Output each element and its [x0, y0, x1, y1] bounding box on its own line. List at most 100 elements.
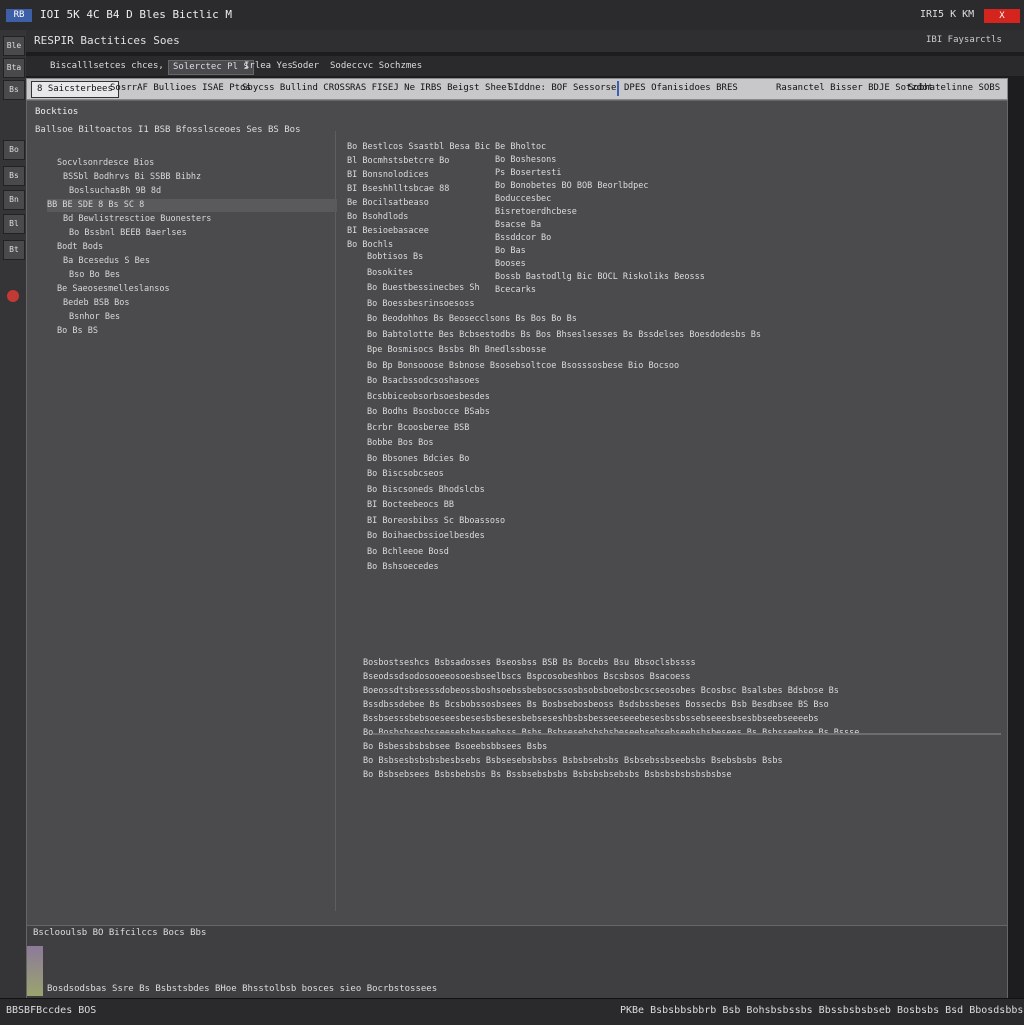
list-item[interactable]: Bo Boshesons — [495, 154, 556, 167]
app-logo: RB — [6, 9, 32, 22]
splitter[interactable] — [335, 131, 336, 911]
bottom-panel: Bsclooulsb BO Bifcilccs Bocs Bbs Bosdsod… — [26, 925, 1008, 999]
list-item[interactable]: BI Besioebasacee — [347, 225, 429, 238]
tool-button-3[interactable]: Bs — [3, 80, 25, 100]
code-line[interactable]: Bcsbbiceobsorbsoesbesdes — [367, 391, 490, 404]
tree-item[interactable]: BSSbl Bodhrvs Bi SSBB Bibhz — [63, 171, 201, 184]
output-line[interactable]: Bssdbssdebee Bs Bcsbobssosbsees Bs Bosbs… — [363, 699, 829, 712]
code-line[interactable]: Bo Bsacbssodcsoshasoes — [367, 375, 480, 388]
output-line[interactable]: Bo Bsbsesbsbsbsbesbsebs Bsbsesebsbsbss B… — [363, 755, 783, 768]
list-item[interactable]: Booses — [495, 258, 526, 271]
tab-5[interactable]: IRBS Beigst Sheel — [415, 81, 517, 96]
list-item[interactable]: BI Bonsnolodices — [347, 169, 429, 182]
tab-6[interactable]: SIddne: BOF Sessorse — [503, 81, 621, 96]
tool-button-6[interactable]: Bn — [3, 190, 25, 210]
status-bar: BBSBFBccdes BOS PKBe Bsbsbbsbbrb Bsb Boh… — [0, 998, 1024, 1025]
document-header: RESPIR Bactitices Soes IBI Faysarctls — [26, 30, 1024, 52]
titlebar-status: IRI5 K KM — [920, 9, 975, 20]
code-line[interactable]: Bo Boihaecbssioelbesdes — [367, 530, 485, 543]
code-line[interactable]: Bobtisos Bs — [367, 251, 423, 264]
tool-button-5[interactable]: Bs — [3, 166, 25, 186]
main-panel: Bocktios Ballsoe Biltoactos I1 BSB Bfoss… — [26, 100, 1008, 927]
tab-7[interactable]: DPES Ofanisidoes BRES — [617, 81, 743, 96]
output-line[interactable]: Bseodssdsodosooeeosoesbseelbscs Bspcosob… — [363, 671, 691, 684]
tree-header: Ballsoe Biltoactos I1 BSB Bfosslsceoes S… — [35, 125, 301, 135]
record-icon[interactable] — [7, 290, 19, 302]
list-item[interactable]: Bisretoerdhcbese — [495, 206, 577, 219]
panel-title: Bocktios — [35, 107, 79, 117]
list-item[interactable]: Be Bocilsatbeaso — [347, 197, 429, 210]
output-line[interactable]: Bo Bsbsebsees Bsbsbebsbs Bs Bssbsebsbsbs… — [363, 769, 731, 782]
list-item[interactable]: Bo Bestlcos Ssastbl Besa Bic — [347, 141, 490, 154]
tab-2[interactable]: SosrrAF Bullioes ISAE Ptos — [105, 81, 256, 96]
status-right: PKBe Bsbsbbsbbrb Bsb Bohsbsbssbs Bbssbsb… — [620, 1005, 1024, 1016]
list-item[interactable]: Boduccesbec — [495, 193, 551, 206]
list-item[interactable]: Bcecarks — [495, 284, 536, 297]
tree-item[interactable]: Socvlsonrdesce Bios — [57, 157, 154, 170]
tool-button-2[interactable]: Bta — [3, 58, 25, 78]
tree-item[interactable]: BoslsuchasBh 9B 8d — [69, 185, 161, 198]
tree-item[interactable]: Bo Bs BS — [57, 325, 98, 338]
list-item[interactable]: Bsacse Ba — [495, 219, 541, 232]
header-actions[interactable]: IBI Faysarctls — [926, 35, 1002, 45]
tree-item[interactable]: Bd Bewlistresctioe Buonesters — [63, 213, 211, 226]
tool-button-4[interactable]: Bo — [3, 140, 25, 160]
tree-item[interactable]: Bodt Bods — [57, 241, 103, 254]
output-line[interactable]: Bo Bsbessbsbsbsee Bsoeebsbbsees Bsbs — [363, 741, 547, 754]
code-line[interactable]: Bo Bbsones Bdcies Bo — [367, 453, 469, 466]
title-bar: RB IOI 5K 4C B4 D Bles Bictlic M IRI5 K … — [0, 0, 1024, 31]
output-line[interactable]: Bssbsesssbebsoeseesbesesbsbesesbebsesesh… — [363, 713, 818, 726]
code-line[interactable]: Bo Bshsoecedes — [367, 561, 439, 574]
tool-button-1[interactable]: Ble — [3, 36, 25, 56]
tool-button-7[interactable]: Bl — [3, 214, 25, 234]
document-title: RESPIR Bactitices Soes — [34, 34, 180, 47]
tab-3[interactable]: Sbycss Bullind CROSS — [237, 81, 355, 96]
menu-item-5[interactable]: Sodeccvc Sochzmes — [326, 60, 426, 73]
tree-item[interactable]: Bsnhor Bes — [69, 311, 120, 324]
code-line[interactable]: Bobbe Bos Bos — [367, 437, 434, 450]
menu-bar: Biscalllsetces chces, Soioces Solerctec … — [26, 56, 1024, 76]
tab-9[interactable]: Sobhatelinne SOBS — [903, 81, 1005, 96]
tree-item[interactable]: BB BE SDE 8 Bs SC 8 — [47, 199, 337, 212]
tree-item[interactable]: Bedeb BSB Bos — [63, 297, 130, 310]
code-line[interactable]: Bo Buestbessinecbes Sh — [367, 282, 480, 295]
code-line[interactable]: Bcrbr Bcoosberee BSB — [367, 422, 469, 435]
tab-4[interactable]: RAS FISEJ Ne — [345, 81, 420, 96]
code-line[interactable]: Bo Bodhs Bsosbocce BSabs — [367, 406, 490, 419]
list-item[interactable]: Bssddcor Bo — [495, 232, 551, 245]
list-item[interactable]: Be Bholtoc — [495, 141, 546, 154]
code-line[interactable]: Bpe Bosmisocs Bssbs Bh Bnedlssbosse — [367, 344, 546, 357]
list-item[interactable]: Bo Bsohdlods — [347, 211, 408, 224]
code-line[interactable]: BI Bocteebeocs BB — [367, 499, 454, 512]
list-item[interactable]: Ps Bosertesti — [495, 167, 562, 180]
output-line[interactable]: Bosbostseshcs Bsbsadosses Bseosbss BSB B… — [363, 657, 696, 670]
close-button[interactable]: X — [984, 9, 1020, 23]
list-item[interactable]: Bo Bas — [495, 245, 526, 258]
code-line[interactable]: Bo Biscsoneds Bhodslcbs — [367, 484, 485, 497]
window-title: IOI 5K 4C B4 D Bles Bictlic M — [40, 8, 233, 21]
tree-item[interactable]: Be Saeosesmelleslansos — [57, 283, 170, 296]
tree-item[interactable]: Bso Bo Bes — [69, 269, 120, 282]
code-line[interactable]: Bosokites — [367, 267, 413, 280]
tree-item[interactable]: Ba Bcesedus S Bes — [63, 255, 150, 268]
output-line[interactable]: Boeossdtsbsesssdobeossboshsoebssbebsocss… — [363, 685, 839, 698]
tree-item[interactable]: Bo Bssbnl BEEB Baerlses — [69, 227, 187, 240]
code-line[interactable]: Bo Beodohhos Bs Beosecclsons Bs Bos Bo B… — [367, 313, 577, 326]
status-left: BBSBFBccdes BOS — [6, 1005, 97, 1016]
code-line[interactable]: Bo Babtolotte Bes Bcbsestodbs Bs Bos Bhs… — [367, 329, 761, 342]
bottom-panel-line: Bosdsodsbas Ssre Bs Bsbstsbdes BHoe Bhss… — [47, 984, 438, 994]
tool-button-8[interactable]: Bt — [3, 240, 25, 260]
code-line[interactable]: Bo Bchleeoe Bosd — [367, 546, 449, 559]
code-line[interactable]: BI Boreosbibss Sc Bboassoso — [367, 515, 505, 528]
list-item[interactable]: Bl Bocmhstsbetcre Bo — [347, 155, 449, 168]
separator — [373, 733, 1001, 735]
menu-item-4[interactable]: Soder — [288, 60, 323, 73]
bottom-panel-title: Bsclooulsb BO Bifcilccs Bocs Bbs — [33, 928, 207, 938]
list-item[interactable]: Bossb Bastodllg Bic BOCL Riskoliks Beoss… — [495, 271, 705, 284]
list-item[interactable]: BI Bseshhlltsbcae 88 — [347, 183, 449, 196]
code-line[interactable]: Bo Bp Bonsooose Bsbnose Bsosebsoltcoe Bs… — [367, 360, 679, 373]
code-line[interactable]: Bo Boessbesrinsoesoss — [367, 298, 474, 311]
list-item[interactable]: Bo Bonobetes BO BOB Beorlbdpec — [495, 180, 649, 193]
code-line[interactable]: Bo Biscsobcseos — [367, 468, 444, 481]
tab-bar: 8 Saicsterbees SosrrAF Bullioes ISAE Pto… — [26, 78, 1008, 100]
